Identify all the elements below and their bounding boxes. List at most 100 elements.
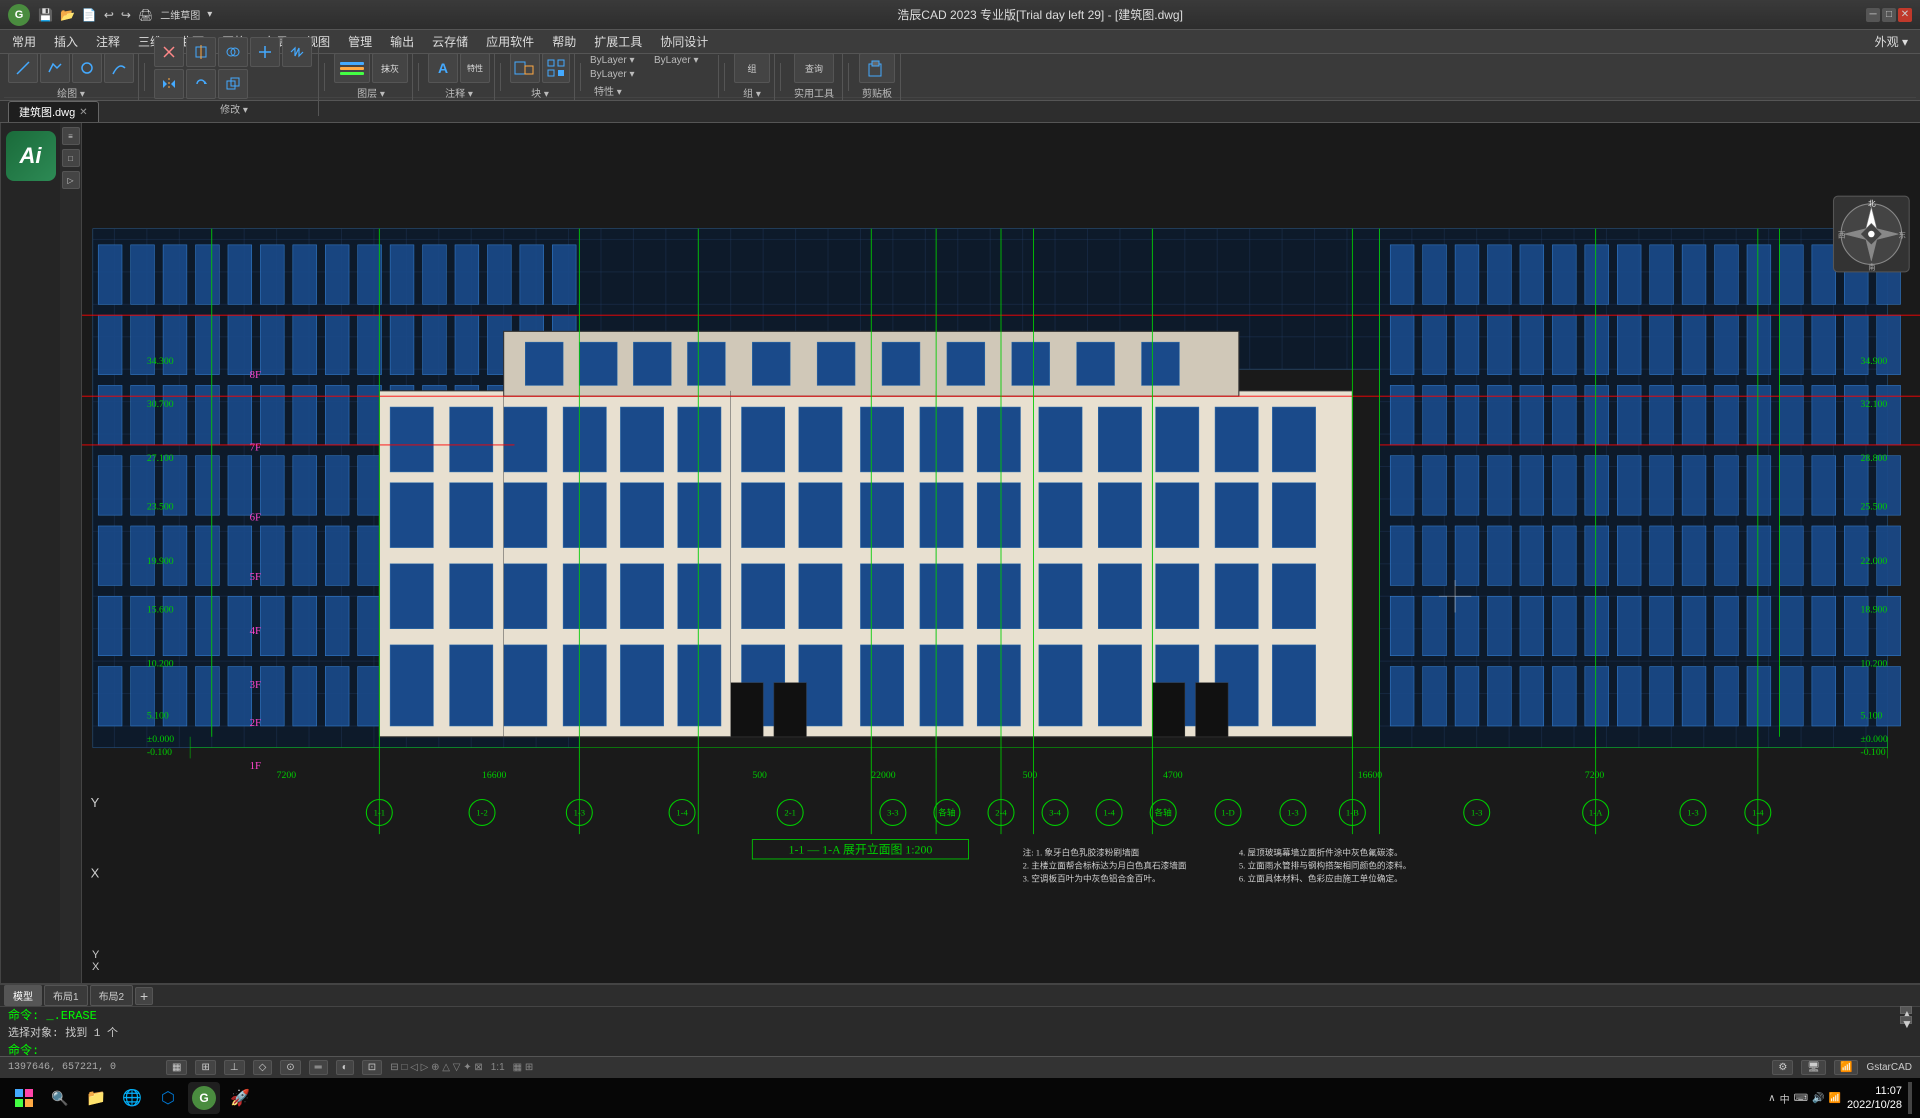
status-left: 1397646, 657221, 0 ▦ ⊞ ⊥ ◇ ⊙ ═ ◐ ⊡ ⊟ □ ◁… (8, 1060, 533, 1075)
circle-tool[interactable] (72, 53, 102, 83)
rotate-tool[interactable] (186, 69, 216, 99)
svg-text:-0.100: -0.100 (147, 747, 172, 758)
redo-icon[interactable]: ↪ (119, 6, 133, 24)
gstarcad-label: GstarCAD (1866, 1062, 1912, 1073)
menu-item-manage[interactable]: 管理 (340, 31, 380, 52)
svg-text:5.100: 5.100 (147, 710, 169, 721)
qrcode-tool[interactable] (542, 53, 570, 83)
line-tool[interactable] (8, 53, 38, 83)
menu-item-apps[interactable]: 应用软件 (478, 31, 542, 52)
text-tool[interactable]: A (428, 53, 458, 83)
layer-group-label: 图层 ▾ (353, 85, 389, 100)
cmd-btn[interactable]: ▷ (62, 171, 80, 189)
start-button[interactable] (8, 1082, 40, 1114)
show-desktop-btn[interactable] (1908, 1082, 1912, 1114)
scroll-down-btn[interactable]: ▼ (1900, 1016, 1912, 1024)
scroll-up-btn[interactable]: ▲ (1900, 1006, 1912, 1014)
canvas-area[interactable]: 8F 7F 6F 5F 4F 3F 2F 1F 34.300 30.700 27… (82, 123, 1920, 983)
tab-drawing[interactable]: 建筑图.dwg ✕ (8, 101, 99, 122)
extra-app-button[interactable]: 🚀 (224, 1082, 256, 1114)
layer-properties-tool[interactable] (334, 53, 370, 83)
layout-tab-1[interactable]: 布局1 (44, 985, 88, 1006)
close-button[interactable]: ✕ (1898, 8, 1912, 22)
erase-tool[interactable] (154, 37, 184, 67)
svg-text:3. 空调板百叶为中灰色铝合金百叶。: 3. 空调板百叶为中灰色铝合金百叶。 (1023, 873, 1161, 884)
hatch-tool[interactable]: 抹灰 (372, 53, 408, 83)
selection-btn[interactable]: ⊡ (362, 1060, 382, 1075)
query-tool[interactable]: 查询 (794, 53, 834, 83)
boolean-tool[interactable] (218, 37, 248, 67)
layer-linetype-row: ByLayer ▾ (590, 69, 650, 80)
open-icon[interactable]: 📂 (58, 6, 77, 24)
windows-taskbar: 🔍 📁 🌐 ⬡ G 🚀 ∧ 中 ⌨ 🔊 📶 11:07 2022/10/28 (0, 1078, 1920, 1118)
window-controls: ─ □ ✕ (1866, 8, 1912, 22)
transparency-btn[interactable]: ◐ (336, 1060, 354, 1075)
new-icon[interactable]: 📄 (80, 6, 99, 24)
print-icon[interactable]: 🖨 (136, 6, 155, 24)
chrome-button[interactable]: 🌐 (116, 1082, 148, 1114)
polyline-tool[interactable] (40, 53, 70, 83)
tray-arrow[interactable]: ∧ (1768, 1093, 1775, 1104)
lineweight-btn[interactable]: ═ (309, 1060, 328, 1075)
tray-keyboard[interactable]: ⌨ (1794, 1093, 1808, 1104)
menu-item-help[interactable]: 帮助 (544, 31, 584, 52)
taskbar-clock[interactable]: 11:07 2022/10/28 (1847, 1084, 1902, 1113)
maximize-button[interactable]: □ (1882, 8, 1896, 22)
menu-item-cloud[interactable]: 云存储 (424, 31, 476, 52)
network-btn[interactable]: 📶 (1834, 1060, 1858, 1075)
tab-close-button[interactable]: ✕ (79, 107, 87, 118)
command-input[interactable]: 命令: (8, 1041, 1892, 1058)
svg-text:±0.000: ±0.000 (147, 734, 174, 745)
menu-item-common[interactable]: 常用 (4, 31, 44, 52)
polar-btn[interactable]: ◇ (253, 1060, 273, 1075)
layer-panel-btn[interactable]: ≡ (62, 127, 80, 145)
tray-lang[interactable]: 中 (1780, 1091, 1790, 1106)
layout-tabs: 模型 布局1 布局2 + (0, 984, 1920, 1006)
model-btn[interactable]: 🖥 (1801, 1060, 1826, 1075)
grid-btn[interactable]: ▦ (166, 1060, 187, 1075)
svg-text:15.600: 15.600 (147, 604, 174, 615)
stretch-tool[interactable] (282, 37, 312, 67)
copy-tool[interactable] (218, 69, 248, 99)
svg-text:±0.000: ±0.000 (1861, 734, 1888, 745)
properties-tool[interactable]: 特性 (460, 53, 490, 83)
clipboard-tools: 剪贴板 (854, 53, 901, 100)
snap-btn[interactable]: ⊞ (195, 1060, 215, 1075)
add-layout-button[interactable]: + (135, 987, 153, 1005)
gstarcad-taskbar-button[interactable]: G (188, 1082, 220, 1114)
draw-group-label: 绘图 ▾ (53, 85, 89, 100)
undo-icon[interactable]: ↩ (102, 6, 116, 24)
layout-tab-model[interactable]: 模型 (4, 985, 42, 1006)
layout-tab-2[interactable]: 布局2 (90, 985, 134, 1006)
menu-item-output[interactable]: 输出 (382, 31, 422, 52)
properties-panel-btn[interactable]: □ (62, 149, 80, 167)
menu-item-insert[interactable]: 插入 (46, 31, 86, 52)
move-tool[interactable] (250, 37, 280, 67)
ortho-btn[interactable]: ⊥ (224, 1060, 245, 1075)
ai-logo[interactable]: Ai (6, 131, 56, 181)
paste-tool[interactable] (859, 53, 895, 83)
group-tool[interactable]: 组 (734, 53, 770, 83)
command-line-1: 命令: _.ERASE (8, 1006, 1892, 1023)
file-explorer-button[interactable]: 📁 (80, 1082, 112, 1114)
menu-item-appearance[interactable]: 外观 ▾ (1867, 31, 1916, 52)
edge-button[interactable]: ⬡ (152, 1082, 184, 1114)
arc-tool[interactable] (104, 53, 134, 83)
save-icon[interactable]: 💾 (36, 6, 55, 24)
settings-btn[interactable]: ⚙ (1772, 1060, 1793, 1075)
menu-item-extend[interactable]: 扩展工具 (586, 31, 650, 52)
search-button[interactable]: 🔍 (44, 1082, 76, 1114)
insert-block-tool[interactable] (510, 53, 540, 83)
group-label: 组 ▾ (739, 85, 765, 100)
menu-item-collab[interactable]: 协同设计 (652, 31, 716, 52)
menu-item-annotate[interactable]: 注释 (88, 31, 128, 52)
osnap-btn[interactable]: ⊙ (280, 1060, 300, 1075)
clipboard-label: 剪贴板 (858, 85, 896, 100)
svg-text:7200: 7200 (1585, 770, 1605, 781)
svg-text:5.100: 5.100 (1861, 710, 1883, 721)
explode-tool[interactable] (186, 37, 216, 67)
command-line-2: 选择对象: 找到 1 个 (8, 1024, 1892, 1040)
minimize-button[interactable]: ─ (1866, 8, 1880, 22)
mirror-tool[interactable] (154, 69, 184, 99)
svg-text:22000: 22000 (871, 770, 895, 781)
